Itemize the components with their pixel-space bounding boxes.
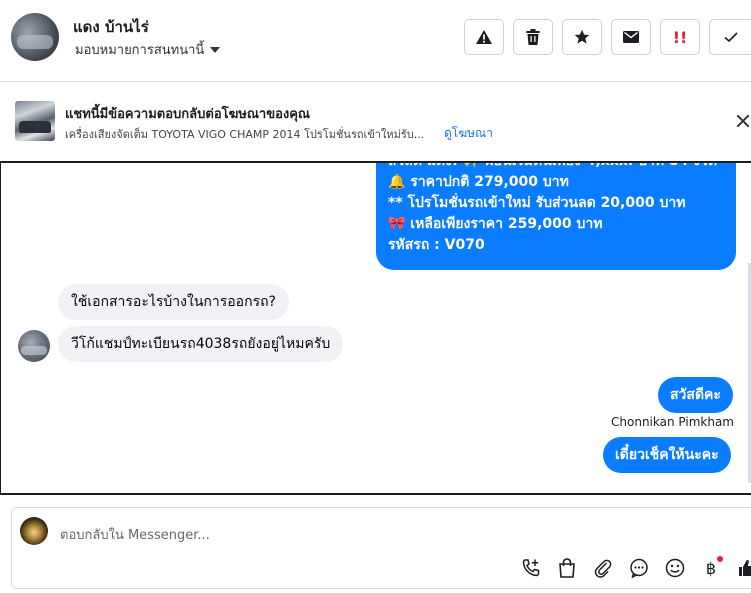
message-composer: ตอบกลับใน Messenger... ฿ bbox=[11, 507, 751, 589]
trash-icon bbox=[526, 29, 540, 45]
warning-icon bbox=[476, 30, 492, 44]
important-button[interactable]: !! bbox=[660, 19, 700, 55]
assign-label: มอบหมายการสนทนานี้ bbox=[75, 43, 205, 58]
baht-icon[interactable]: ฿ bbox=[699, 556, 723, 580]
ad-banner-title: แชทนี้มีข้อความตอบกลับต่อโฆษณาของคุณ bbox=[65, 107, 310, 122]
composer-tools: ฿ bbox=[519, 556, 751, 580]
assign-conversation-dropdown[interactable]: มอบหมายการสนทนานี้ bbox=[75, 39, 221, 60]
report-button[interactable] bbox=[464, 19, 504, 55]
checkmark-icon bbox=[723, 32, 738, 43]
promo-line: 🔔 ราคาปกติ 279,000 บาท bbox=[388, 174, 569, 190]
chat-bubble-icon[interactable] bbox=[627, 556, 651, 580]
sender-name: Chonnikan Pimkham bbox=[611, 415, 734, 429]
thumbs-up-icon[interactable] bbox=[735, 556, 751, 580]
delete-button[interactable] bbox=[513, 19, 553, 55]
incoming-message[interactable]: วีโก้แชมป์ทะเบียนรถ4038รถยังอยู่ไหมครับ bbox=[58, 326, 344, 362]
outgoing-promo-message[interactable]: สวัสดี แดง! ✨ ผ่อนเริ่มต้นเพียง 4,xxx. บ… bbox=[376, 161, 736, 270]
message-thread[interactable]: สวัสดี แดง! ✨ ผ่อนเริ่มต้นเพียง 4,xxx. บ… bbox=[0, 161, 751, 495]
ad-thumbnail[interactable] bbox=[15, 101, 55, 141]
promo-line: รหัสรถ : V070 bbox=[388, 237, 485, 253]
close-icon[interactable] bbox=[736, 114, 750, 128]
ad-description: เครื่องเสียงจัดเต็ม TOYOTA VIGO CHAMP 20… bbox=[65, 128, 425, 141]
bag-icon[interactable] bbox=[555, 556, 579, 580]
reply-input[interactable]: ตอบกลับใน Messenger... bbox=[60, 524, 210, 545]
incoming-message[interactable]: ใช้เอกสารอะไรบ้างในการออกรถ? bbox=[58, 284, 289, 320]
promo-line: ** โปรโมชั่นรถเข้าใหม่ รับส่วนลด 20,000 … bbox=[388, 195, 686, 211]
paperclip-icon[interactable] bbox=[591, 556, 615, 580]
chevron-down-icon bbox=[210, 46, 221, 53]
done-button[interactable] bbox=[709, 19, 751, 55]
notification-dot bbox=[717, 556, 723, 562]
star-button[interactable] bbox=[562, 19, 602, 55]
outgoing-message[interactable]: สวัสดีคะ bbox=[658, 377, 733, 413]
contact-avatar[interactable] bbox=[11, 13, 59, 61]
header-actions: !! bbox=[464, 19, 751, 55]
page-avatar bbox=[20, 517, 48, 545]
ad-reply-banner: แชทนี้มีข้อความตอบกลับต่อโฆษณาของคุณ เคร… bbox=[0, 82, 751, 161]
promo-line: สวัสดี แดง! ✨ ผ่อนเริ่มต้นเพียง 4,xxx. บ… bbox=[388, 161, 718, 169]
smiley-icon[interactable] bbox=[663, 556, 687, 580]
promo-line: 🎀 เหลือเพียงราคา 259,000 บาท bbox=[388, 216, 603, 232]
call-add-icon[interactable] bbox=[519, 556, 543, 580]
sender-avatar[interactable] bbox=[18, 330, 50, 362]
double-exclamation-icon: !! bbox=[672, 27, 688, 47]
outgoing-message[interactable]: เดี๋ยวเช็คให้นะคะ bbox=[603, 437, 731, 473]
baht-glyph: ฿ bbox=[705, 558, 717, 578]
contact-name[interactable]: แดง บ้านไร่ bbox=[73, 15, 149, 39]
envelope-icon bbox=[623, 31, 639, 43]
view-ad-link[interactable]: ดูโฆษณา bbox=[444, 124, 493, 143]
conversation-header: แดง บ้านไร่ มอบหมายการสนทนานี้ !! bbox=[0, 0, 751, 82]
star-icon bbox=[574, 29, 590, 44]
mark-unread-button[interactable] bbox=[611, 19, 651, 55]
